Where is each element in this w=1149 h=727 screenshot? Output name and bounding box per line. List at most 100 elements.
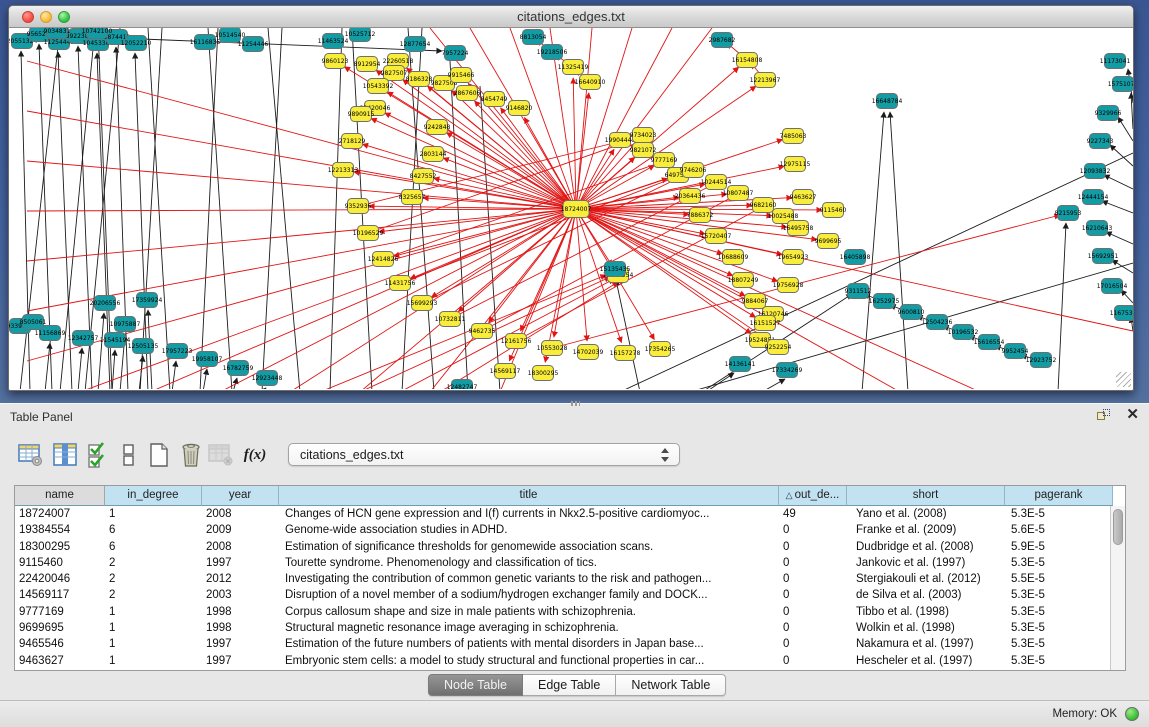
table-cell[interactable]: Jankovic et al. (1997) [847, 555, 1005, 571]
table-cell[interactable]: Hescheler et al. (1997) [847, 653, 1005, 669]
table-cell[interactable]: 1997 [202, 636, 279, 652]
table-cell[interactable]: Embryonic stem cells: a model to study s… [279, 653, 779, 669]
table-cell[interactable]: 2008 [202, 506, 279, 522]
table-cell[interactable]: Genome-wide association studies in ADHD. [279, 522, 779, 538]
tab-edge-table[interactable]: Edge Table [523, 674, 616, 696]
table-settings-button[interactable] [16, 440, 46, 470]
table-cell[interactable]: 5.5E-5 [1005, 571, 1110, 587]
table-cell[interactable]: 18724007 [15, 506, 105, 522]
tab-node-table[interactable]: Node Table [428, 674, 523, 696]
table-cell[interactable]: 2012 [202, 571, 279, 587]
table-cell[interactable]: 2009 [202, 522, 279, 538]
table-cell[interactable]: Franke et al. (2009) [847, 522, 1005, 538]
table-cell[interactable]: Disruption of a novel member of a sodium… [279, 587, 779, 603]
column-header-name[interactable]: name [15, 486, 105, 506]
table-row[interactable]: 911546021997Tourette syndrome. Phenomeno… [15, 555, 1110, 571]
table-cell[interactable]: 9465546 [15, 636, 105, 652]
table-cell[interactable]: 1 [105, 506, 202, 522]
table-row[interactable]: 1872400712008Changes of HCN gene express… [15, 506, 1110, 522]
table-cell[interactable]: Investigating the contribution of common… [279, 571, 779, 587]
table-cell[interactable]: 2 [105, 571, 202, 587]
table-row[interactable]: 1456911722003Disruption of a novel membe… [15, 587, 1110, 603]
table-cell[interactable]: 5.3E-5 [1005, 604, 1110, 620]
memory-indicator-dot[interactable] [1125, 707, 1139, 721]
table-cell[interactable]: 9777169 [15, 604, 105, 620]
scrollbar-thumb[interactable] [1113, 509, 1123, 545]
column-header-in_degree[interactable]: in_degree [105, 486, 202, 506]
network-window-titlebar[interactable]: citations_edges.txt [9, 6, 1133, 28]
tab-network-table[interactable]: Network Table [616, 674, 726, 696]
table-cell[interactable]: 9115460 [15, 555, 105, 571]
table-cell[interactable]: 14569117 [15, 587, 105, 603]
table-cell[interactable]: 5.9E-5 [1005, 539, 1110, 555]
table-cell[interactable]: 0 [779, 587, 847, 603]
table-cell[interactable]: Changes of HCN gene expression and I(f) … [279, 506, 779, 522]
table-cell[interactable]: 9699695 [15, 620, 105, 636]
column-visibility-button[interactable] [50, 440, 80, 470]
column-header-title[interactable]: title [279, 486, 779, 506]
table-cell[interactable]: 1 [105, 653, 202, 669]
table-cell[interactable]: 5.3E-5 [1005, 620, 1110, 636]
table-cell[interactable]: 6 [105, 539, 202, 555]
table-cell[interactable]: 18300295 [15, 539, 105, 555]
window-resize-grip[interactable] [1116, 372, 1131, 387]
table-cell[interactable]: 1 [105, 604, 202, 620]
table-cell[interactable]: 5.6E-5 [1005, 522, 1110, 538]
citation-network-graph[interactable]: 1872400798601238912954222605189827507105… [9, 28, 1133, 389]
column-header-pagerank[interactable]: pagerank [1005, 486, 1113, 506]
table-cell[interactable]: Estimation of significance thresholds fo… [279, 539, 779, 555]
table-cell[interactable]: Dudbridge et al. (2008) [847, 539, 1005, 555]
table-row[interactable]: 977716911998Corpus callosum shape and si… [15, 604, 1110, 620]
table-cell[interactable]: 6 [105, 522, 202, 538]
table-cell[interactable]: de Silva et al. (2003) [847, 587, 1005, 603]
float-panel-button[interactable] [1097, 409, 1111, 423]
table-select[interactable]: citations_edges.txt [288, 443, 680, 466]
delete-button[interactable] [176, 440, 206, 470]
table-cell[interactable]: 1997 [202, 555, 279, 571]
table-cell[interactable]: 0 [779, 653, 847, 669]
splitter-grip[interactable] [571, 401, 580, 406]
table-cell[interactable]: 0 [779, 522, 847, 538]
table-cell[interactable]: 1998 [202, 620, 279, 636]
select-all-button[interactable] [84, 440, 114, 470]
table-scrollbar[interactable] [1110, 506, 1125, 670]
new-document-button[interactable] [144, 440, 174, 470]
column-header-year[interactable]: year [202, 486, 279, 506]
table-cell[interactable]: 5.3E-5 [1005, 506, 1110, 522]
table-row[interactable]: 969969511998Structural magnetic resonanc… [15, 620, 1110, 636]
table-cell[interactable]: 5.3E-5 [1005, 636, 1110, 652]
network-window[interactable]: citations_edges.txt 18724007986012389129… [8, 5, 1134, 391]
table-row[interactable]: 1830029562008Estimation of significance … [15, 539, 1110, 555]
table-row[interactable]: 1938455462009Genome-wide association stu… [15, 522, 1110, 538]
table-cell[interactable]: 0 [779, 539, 847, 555]
table-row[interactable]: 2242004622012Investigating the contribut… [15, 571, 1110, 587]
table-cell[interactable]: 2003 [202, 587, 279, 603]
table-row[interactable]: 946554611997Estimation of the future num… [15, 636, 1110, 652]
table-cell[interactable]: 5.3E-5 [1005, 653, 1110, 669]
table-cell[interactable]: Yano et al. (2008) [847, 506, 1005, 522]
table-cell[interactable]: Estimation of the future numbers of pati… [279, 636, 779, 652]
table-cell[interactable]: 49 [779, 506, 847, 522]
table-cell[interactable]: Structural magnetic resonance image aver… [279, 620, 779, 636]
column-header-short[interactable]: short [847, 486, 1005, 506]
table-cell[interactable]: 2008 [202, 539, 279, 555]
table-row[interactable]: 946362711997Embryonic stem cells: a mode… [15, 653, 1110, 669]
table-cell[interactable]: 19384554 [15, 522, 105, 538]
table-cell[interactable]: Tibbo et al. (1998) [847, 604, 1005, 620]
table-cell[interactable]: 2 [105, 555, 202, 571]
table-cell[interactable]: 1 [105, 636, 202, 652]
table-cell[interactable]: 0 [779, 571, 847, 587]
function-builder-button[interactable]: f(x) [240, 440, 270, 470]
table-cell[interactable]: Stergiakouli et al. (2012) [847, 571, 1005, 587]
table-cell[interactable]: 9463627 [15, 653, 105, 669]
table-cell[interactable]: 1 [105, 620, 202, 636]
table-cell[interactable]: 0 [779, 555, 847, 571]
table-cell[interactable]: 2 [105, 587, 202, 603]
table-cell[interactable]: 1997 [202, 653, 279, 669]
table-cell[interactable]: 5.3E-5 [1005, 587, 1110, 603]
table-cell[interactable]: 1998 [202, 604, 279, 620]
close-panel-icon[interactable]: ✕ [1126, 407, 1139, 423]
network-view-canvas[interactable]: 1872400798601238912954222605189827507105… [9, 28, 1133, 389]
clear-selection-button[interactable] [114, 440, 144, 470]
table-cell[interactable]: 0 [779, 620, 847, 636]
